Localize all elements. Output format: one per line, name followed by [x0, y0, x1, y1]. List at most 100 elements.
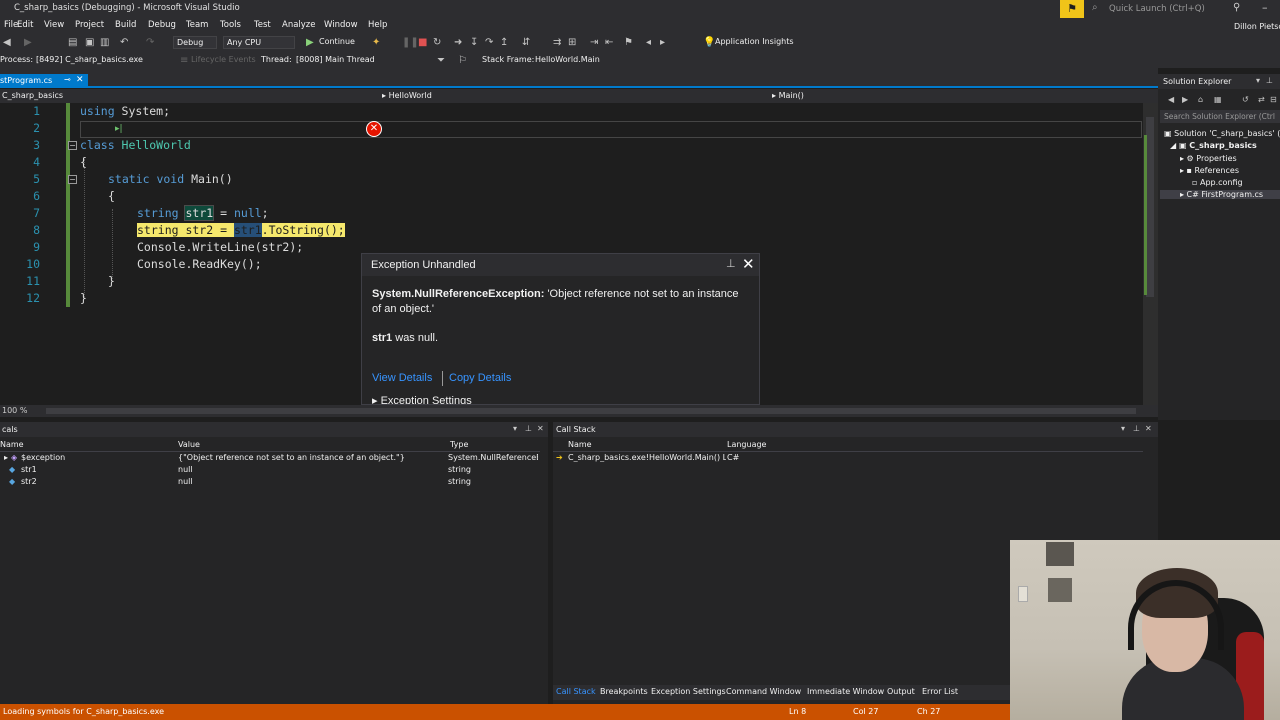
tree-references[interactable]: ▸ ▪ References — [1180, 166, 1239, 175]
show-next-statement-icon[interactable]: ➜ — [454, 37, 462, 49]
tree-properties[interactable]: ▸ ⚙ Properties — [1180, 154, 1237, 163]
menu-analyze[interactable]: Analyze — [282, 20, 316, 30]
pin-icon[interactable]: ⊥ — [1266, 76, 1273, 85]
thread-select[interactable]: [8008] Main Thread — [293, 54, 431, 67]
forward-icon[interactable]: ▶ — [24, 37, 32, 49]
back-icon[interactable]: ◀ — [3, 37, 11, 49]
undo-icon[interactable]: ↶ — [120, 37, 128, 49]
close-icon[interactable]: ✕ — [1145, 424, 1152, 433]
restart-icon[interactable]: ↻ — [433, 37, 441, 49]
menu-help[interactable]: Help — [368, 20, 387, 30]
menu-tools[interactable]: Tools — [220, 20, 241, 30]
feedback-flag-icon[interactable]: ⚑ — [1060, 0, 1084, 18]
column-type[interactable]: Type — [450, 440, 468, 449]
new-project-icon[interactable]: ▤ — [68, 37, 77, 49]
horizontal-scrollbar-thumb[interactable] — [46, 408, 1136, 414]
continue-button[interactable]: Continue — [319, 37, 355, 46]
table-row[interactable]: str1 — [21, 465, 37, 474]
step-over-icon[interactable]: ↷ — [485, 37, 493, 49]
search-icon[interactable]: ⚲ — [1233, 2, 1240, 13]
step-into-icon[interactable]: ↧ — [470, 37, 478, 49]
pin-tab-icon[interactable]: ⊸ — [64, 75, 71, 84]
column-value[interactable]: Value — [178, 440, 200, 449]
step-out-icon[interactable]: ↥ — [500, 37, 508, 49]
menu-test[interactable]: Test — [254, 20, 271, 30]
dropdown-icon[interactable]: ▾ — [1121, 424, 1125, 433]
exception-settings-expander[interactable]: ▸ Exception Settings — [372, 394, 472, 404]
application-insights-button[interactable]: Application Insights — [715, 37, 794, 46]
pin-icon[interactable]: ⊥ — [1133, 424, 1140, 433]
close-tab-icon[interactable]: ✕ — [76, 75, 84, 85]
minimize-icon[interactable]: – — [1262, 1, 1268, 14]
editor-vertical-scrollbar[interactable] — [1143, 103, 1158, 405]
pin-icon[interactable]: ⊥ — [525, 424, 532, 433]
break-all-icon[interactable]: ❚❚ — [402, 37, 419, 49]
view-details-link[interactable]: View Details — [372, 372, 432, 384]
quick-launch-input[interactable]: Quick Launch (Ctrl+Q) — [1104, 2, 1244, 16]
menu-team[interactable]: Team — [186, 20, 208, 30]
table-row[interactable]: $exception — [21, 453, 65, 462]
dropdown-icon[interactable]: ▾ — [1256, 76, 1260, 85]
menu-view[interactable]: View — [44, 20, 64, 30]
class-dropdown[interactable]: ▸ HelloWorld — [382, 91, 432, 100]
refresh-icon[interactable]: ⇄ — [1258, 94, 1265, 106]
list-item[interactable]: C_sharp_basics.exe!HelloWorld.Main() Lin… — [568, 453, 726, 462]
menu-project[interactable]: Project — [75, 20, 104, 30]
tree-firstprogram-cs[interactable]: ▸ C# FirstProgram.cs — [1160, 190, 1280, 199]
flag-threads-icon[interactable]: ⚐ — [458, 55, 467, 67]
process-select[interactable]: [8492] C_sharp_basics.exe — [33, 54, 171, 67]
dropdown-icon[interactable]: ▾ — [513, 424, 517, 433]
table-cell-value[interactable]: {"Object reference not set to an instanc… — [178, 453, 446, 462]
stack-frame-select[interactable]: HelloWorld.Main — [532, 54, 700, 67]
tab-command-window[interactable]: Command Window — [726, 687, 801, 696]
error-icon[interactable]: ✕ — [366, 121, 382, 137]
continue-play-icon[interactable]: ▶ — [306, 37, 314, 49]
column-name[interactable]: Name — [0, 440, 24, 449]
show-threads-icon[interactable]: ⊞ — [568, 37, 576, 49]
zoom-level[interactable]: 100 % — [2, 406, 27, 415]
member-dropdown[interactable]: ▸ Main() — [772, 91, 804, 100]
execution-arrow-icon[interactable]: ▸| — [115, 124, 123, 134]
filter-icon[interactable]: ⏷ — [437, 55, 445, 67]
table-cell-value[interactable]: null — [178, 465, 193, 474]
close-icon[interactable]: ✕ — [537, 424, 544, 433]
collapse-class-icon[interactable]: − — [68, 141, 77, 150]
copy-details-link[interactable]: Copy Details — [449, 372, 511, 384]
save-all-icon[interactable]: ▥ — [100, 37, 109, 49]
attach-icon[interactable]: ✦ — [372, 37, 380, 49]
redo-icon[interactable]: ↷ — [146, 37, 154, 49]
stop-debugging-icon[interactable]: ■ — [418, 37, 427, 49]
threads-icon[interactable]: ⇉ — [553, 37, 561, 49]
menu-debug[interactable]: Debug — [148, 20, 176, 30]
solution-explorer-search[interactable]: Search Solution Explorer (Ctrl — [1160, 110, 1280, 123]
tree-project[interactable]: ◢ ▣ C_sharp_basics — [1170, 141, 1257, 150]
tab-immediate-window[interactable]: Immediate Window — [807, 687, 884, 696]
tab-call-stack[interactable]: Call Stack — [556, 687, 596, 696]
tab-breakpoints[interactable]: Breakpoints — [600, 687, 648, 696]
tab-exception-settings[interactable]: Exception Settings — [651, 687, 726, 696]
bookmark-next-icon[interactable]: ▸ — [660, 37, 665, 49]
collapse-all-icon[interactable]: ⊟ — [1270, 94, 1277, 106]
back-icon[interactable]: ◀ — [1168, 94, 1174, 106]
outdent-icon[interactable]: ⇤ — [605, 37, 613, 49]
forward-icon[interactable]: ▶ — [1182, 94, 1188, 106]
menu-build[interactable]: Build — [115, 20, 136, 30]
project-dropdown[interactable]: C_sharp_basics — [2, 91, 63, 100]
user-name[interactable]: Dillon Pietsch — [1234, 22, 1280, 31]
lifecycle-events-button[interactable]: Lifecycle Events — [191, 55, 256, 64]
bookmark-icon[interactable]: ⚑ — [624, 37, 633, 49]
tab-error-list[interactable]: Error List — [922, 687, 958, 696]
tab-output[interactable]: Output — [887, 687, 915, 696]
solution-config-select[interactable]: Debug — [173, 36, 217, 49]
hex-display-icon[interactable]: ⇵ — [522, 37, 530, 49]
table-row[interactable]: str2 — [21, 477, 37, 486]
tree-solution[interactable]: ▣ Solution 'C_sharp_basics' ( — [1164, 129, 1280, 138]
bookmark-prev-icon[interactable]: ◂ — [646, 37, 651, 49]
home-icon[interactable]: ⌂ — [1198, 94, 1203, 106]
column-language[interactable]: Language — [727, 440, 766, 449]
editor-horizontal-scrollbar[interactable]: 100 % — [0, 405, 1158, 417]
tab-firstprogram-cs[interactable]: stProgram.cs ⊸ ✕ — [0, 74, 88, 88]
history-icon[interactable]: ↺ — [1242, 94, 1249, 106]
tree-app-config[interactable]: ▫ App.config — [1192, 178, 1243, 187]
menu-window[interactable]: Window — [324, 20, 358, 30]
